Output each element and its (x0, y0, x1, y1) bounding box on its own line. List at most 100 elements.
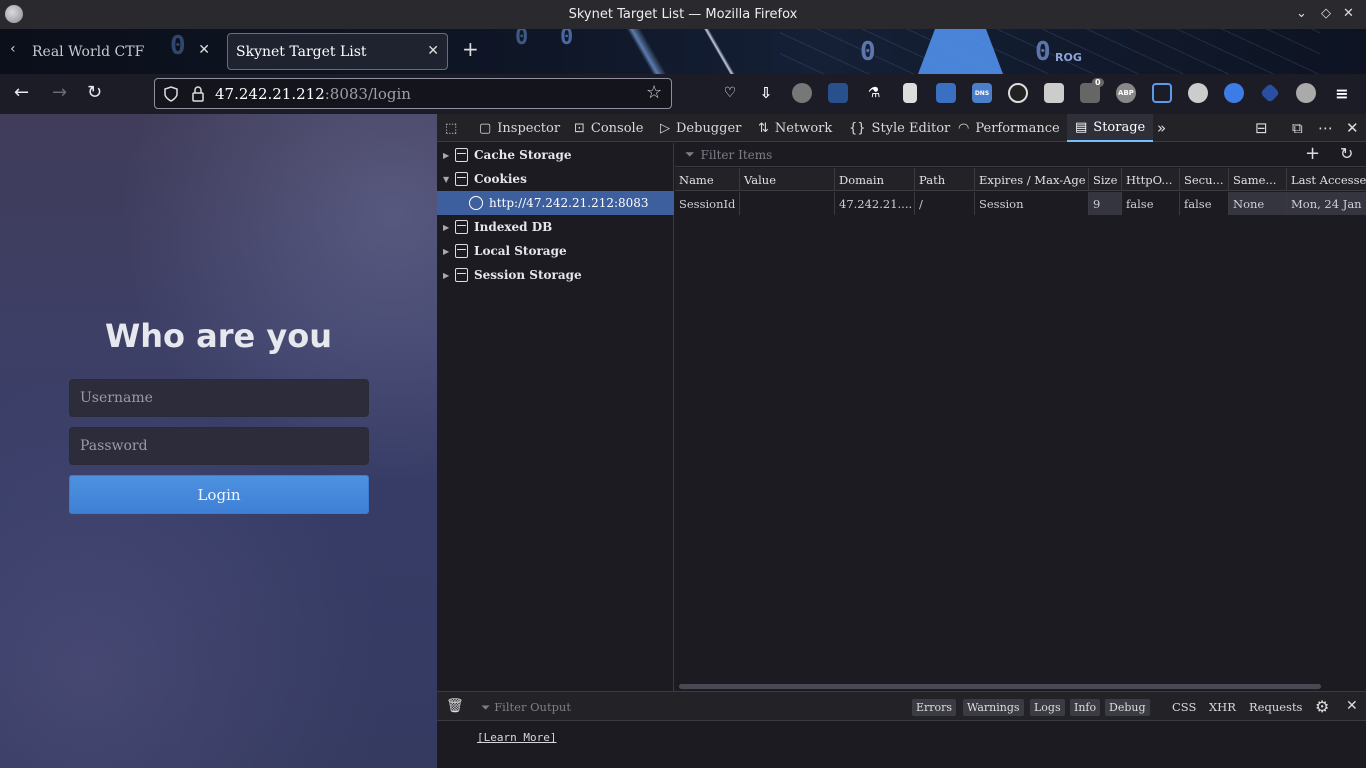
column-header[interactable]: Last Accessed (1287, 168, 1366, 191)
table-cell[interactable]: false (1122, 192, 1180, 215)
tab-skynet-target-list[interactable]: Skynet Target List ✕ (227, 33, 448, 70)
dns-extension-icon[interactable]: DNS (972, 83, 992, 103)
column-header[interactable]: Secu... (1180, 168, 1229, 191)
split-icon[interactable]: ⧉ (1292, 119, 1303, 137)
learn-more-link[interactable]: [Learn More] (477, 731, 556, 744)
column-header[interactable]: Name (675, 168, 740, 191)
close-console-icon[interactable]: ✕ (1346, 698, 1358, 714)
theme-decoration (780, 29, 1320, 74)
lock-icon[interactable] (191, 86, 205, 102)
more-options-icon[interactable]: ⋯ (1318, 119, 1333, 137)
reader-icon[interactable] (903, 83, 917, 103)
filter-debug-button[interactable]: Debug (1105, 699, 1150, 716)
table-cell[interactable]: Mon, 24 Jan 2 (1287, 192, 1366, 215)
filter-requests-button[interactable]: Requests (1249, 700, 1302, 714)
abp-icon[interactable]: ABP (1116, 83, 1136, 103)
password-input[interactable]: Password (69, 427, 369, 465)
tab-network[interactable]: ⇅ Network (758, 114, 832, 142)
minimize-icon[interactable]: ⌄ (1296, 6, 1307, 21)
table-row[interactable]: SessionId 47.242.21.... / Session 9 fals… (675, 192, 1366, 215)
column-header[interactable]: Domain (835, 168, 915, 191)
tab-style-editor[interactable]: {} Style Editor (849, 114, 950, 142)
new-tab-button[interactable]: + (462, 37, 479, 61)
filter-warnings-button[interactable]: Warnings (963, 699, 1024, 716)
filter-items-input[interactable]: ⏷ Filter Items + ↻ (675, 143, 1366, 167)
table-cell[interactable] (740, 192, 835, 215)
table-cell[interactable]: None (1229, 192, 1287, 215)
bookmark-star-icon[interactable]: ☆ (646, 82, 662, 103)
column-header[interactable]: Same... (1229, 168, 1287, 191)
tab-debugger[interactable]: ▷ Debugger (660, 114, 741, 142)
close-tab-icon[interactable]: ✕ (198, 42, 210, 58)
maximize-icon[interactable]: ◇ (1321, 6, 1331, 21)
extension-icon[interactable] (1008, 83, 1028, 103)
column-header[interactable]: Path (915, 168, 975, 191)
refresh-icon[interactable]: ↻ (1340, 144, 1353, 163)
close-tab-icon[interactable]: ✕ (427, 43, 439, 59)
pocket-icon[interactable]: ♡ (720, 83, 740, 103)
element-picker-icon[interactable]: ⬚ (445, 114, 467, 142)
tab-console[interactable]: ⊡ Console (574, 114, 643, 142)
forward-icon[interactable]: → (52, 82, 67, 103)
tab-inspector[interactable]: ▢ Inspector (479, 114, 560, 142)
table-cell[interactable]: 9 (1089, 192, 1122, 215)
theme-decoration (700, 29, 740, 74)
inspector-icon: ▢ (479, 120, 492, 136)
extension-icon[interactable] (1260, 83, 1280, 103)
filter-xhr-button[interactable]: XHR (1209, 700, 1236, 714)
tree-item-cookies[interactable]: ▼ Cookies (443, 167, 527, 191)
tree-item-session-storage[interactable]: ▶ Session Storage (443, 263, 582, 287)
tab-real-world-ctf[interactable]: ‹ Real World CTF ✕ (6, 33, 218, 70)
navigation-toolbar: ← → ↻ 47.242.21.212:8083/login ☆ ♡ ⇩ ⚗ D… (0, 74, 1366, 114)
menu-icon[interactable]: ≡ (1332, 83, 1352, 103)
login-button[interactable]: Login (69, 475, 369, 514)
shield-extension-icon[interactable] (828, 83, 848, 103)
extension-icon[interactable] (936, 83, 956, 103)
close-window-icon[interactable]: ✕ (1343, 6, 1354, 21)
extension-icon[interactable] (1224, 83, 1244, 103)
tab-storage[interactable]: ▤ Storage (1067, 114, 1154, 142)
dock-icon[interactable]: ⊟ (1255, 119, 1268, 137)
shield-icon[interactable] (163, 86, 179, 102)
extension-icon[interactable] (1296, 83, 1316, 103)
extension-icon[interactable] (1152, 83, 1172, 103)
filter-info-button[interactable]: Info (1070, 699, 1101, 716)
column-header[interactable]: HttpO... (1122, 168, 1180, 191)
filter-errors-button[interactable]: Errors (912, 699, 957, 716)
column-header[interactable]: Size (1089, 168, 1122, 191)
trash-icon[interactable]: 🗑 (446, 698, 464, 714)
back-icon[interactable]: ← (14, 82, 29, 103)
settings-gear-icon[interactable]: ⚙ (1315, 697, 1329, 716)
filter-logs-button[interactable]: Logs (1030, 699, 1065, 716)
table-cell[interactable]: Session (975, 192, 1089, 215)
download-icon[interactable]: ⇩ (756, 83, 776, 103)
network-icon: ⇅ (758, 120, 769, 136)
filter-output-input[interactable]: ⏷ Filter Output (481, 700, 571, 715)
table-cell[interactable]: SessionId (675, 192, 740, 215)
extension-icon[interactable]: 0 (1080, 78, 1104, 103)
tree-item-indexed-db[interactable]: ▶ Indexed DB (443, 215, 552, 239)
tree-item-cache-storage[interactable]: ▶ Cache Storage (443, 143, 572, 167)
table-cell[interactable]: 47.242.21.... (835, 192, 915, 215)
more-tabs-icon[interactable]: » (1157, 119, 1166, 137)
extension-icon[interactable] (1188, 83, 1208, 103)
reload-icon[interactable]: ↻ (87, 82, 102, 103)
column-header[interactable]: Value (740, 168, 835, 191)
close-devtools-icon[interactable]: ✕ (1346, 119, 1359, 137)
extension-icon[interactable] (792, 83, 812, 103)
flask-icon[interactable]: ⚗ (864, 83, 884, 103)
table-cell[interactable]: false (1180, 192, 1229, 215)
extension-icon[interactable] (1044, 83, 1064, 103)
tree-item-cookie-host[interactable]: http://47.242.21.212:8083 (437, 191, 674, 215)
column-header[interactable]: Expires / Max-Age (975, 168, 1089, 191)
collapse-arrow-icon: ▼ (443, 174, 450, 184)
url-bar[interactable]: 47.242.21.212:8083/login ☆ (154, 78, 672, 109)
horizontal-scrollbar[interactable] (679, 684, 1321, 689)
username-input[interactable]: Username (69, 379, 369, 417)
table-cell[interactable]: / (915, 192, 975, 215)
tab-performance[interactable]: ◠ Performance (958, 114, 1060, 142)
filter-css-button[interactable]: CSS (1172, 700, 1196, 714)
add-item-icon[interactable]: + (1305, 143, 1320, 164)
tab-label: Skynet Target List (236, 43, 367, 60)
tree-item-local-storage[interactable]: ▶ Local Storage (443, 239, 567, 263)
